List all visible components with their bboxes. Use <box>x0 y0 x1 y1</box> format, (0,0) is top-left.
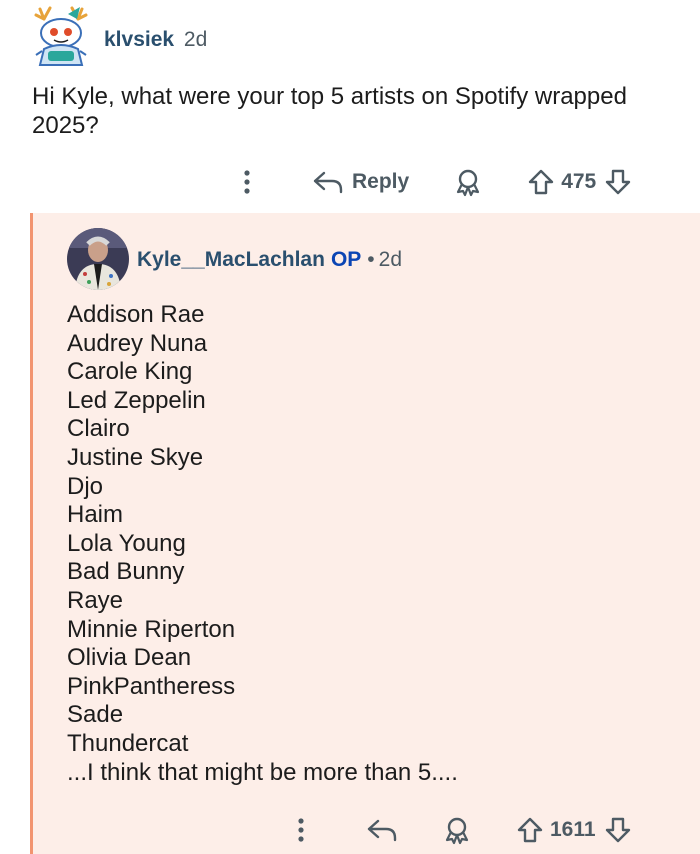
comment-age: 2d <box>183 28 208 51</box>
vertical-dots-icon <box>244 170 250 194</box>
list-item: Djo <box>67 472 104 500</box>
list-item: Audrey Nuna <box>67 329 208 357</box>
reply-button[interactable] <box>366 810 398 850</box>
list-item: Haim <box>67 501 124 529</box>
list-item: Olivia Dean <box>67 644 192 672</box>
downvote-arrow-icon[interactable] <box>604 816 632 844</box>
vote-controls: 475 <box>527 168 632 196</box>
vote-score: 475 <box>561 170 597 193</box>
comment-meta: Kyle__MacLachlan OP • 2d <box>137 248 402 272</box>
reply-actions: 1611 <box>288 810 632 850</box>
list-item: Minnie Riperton <box>67 615 236 643</box>
upvote-arrow-icon[interactable] <box>516 816 544 844</box>
vote-controls: 1611 <box>516 816 632 844</box>
list-item: ...I think that might be more than 5.... <box>67 758 458 786</box>
list-item: Bad Bunny <box>67 558 185 586</box>
downvote-arrow-icon[interactable] <box>604 168 632 196</box>
award-button[interactable] <box>442 810 472 850</box>
comment-meta: klvsiek 2d <box>104 28 207 52</box>
snoo-avatar[interactable] <box>30 5 96 71</box>
username[interactable]: Kyle__MacLachlan <box>137 248 325 271</box>
list-item: Lola Young <box>67 529 186 557</box>
reply-label: Reply <box>352 170 410 193</box>
more-options-button[interactable] <box>288 810 314 850</box>
list-item: Thundercat <box>67 729 189 757</box>
comment-age: 2d <box>378 248 402 271</box>
user-avatar[interactable] <box>67 228 129 290</box>
list-item: Raye <box>67 586 124 614</box>
parent-comment: klvsiek 2d Hi Kyle, what were your top 5… <box>0 0 700 213</box>
reply-arrow-icon <box>367 819 397 842</box>
vote-score: 1611 <box>550 818 596 841</box>
op-badge: OP <box>330 248 362 271</box>
list-item: PinkPantheress <box>67 672 236 700</box>
reply-button[interactable]: Reply <box>312 162 409 202</box>
list-item: Sade <box>67 701 124 729</box>
comment-body: Hi Kyle, what were your top 5 artists on… <box>32 83 627 139</box>
more-options-button[interactable] <box>234 162 260 202</box>
username[interactable]: klvsiek <box>104 28 174 51</box>
upvote-arrow-icon[interactable] <box>527 168 555 196</box>
reply-comment: Kyle__MacLachlan OP • 2d Addison Rae Audrey… <box>30 213 700 854</box>
reply-arrow-icon <box>313 171 343 194</box>
list-item: Justine Skye <box>67 443 204 471</box>
vertical-dots-icon <box>298 818 304 842</box>
award-button[interactable] <box>453 162 483 202</box>
meta-separator: • <box>367 248 375 271</box>
artist-list: Addison Rae Audrey Nuna Carole King Led … <box>67 301 458 787</box>
list-item: Led Zeppelin <box>67 386 206 414</box>
list-item: Clairo <box>67 415 130 443</box>
list-item: Addison Rae <box>67 301 205 328</box>
award-icon <box>457 169 480 197</box>
award-icon <box>445 817 469 845</box>
list-item: Carole King <box>67 358 193 386</box>
comment-actions: Reply 475 <box>234 162 632 202</box>
